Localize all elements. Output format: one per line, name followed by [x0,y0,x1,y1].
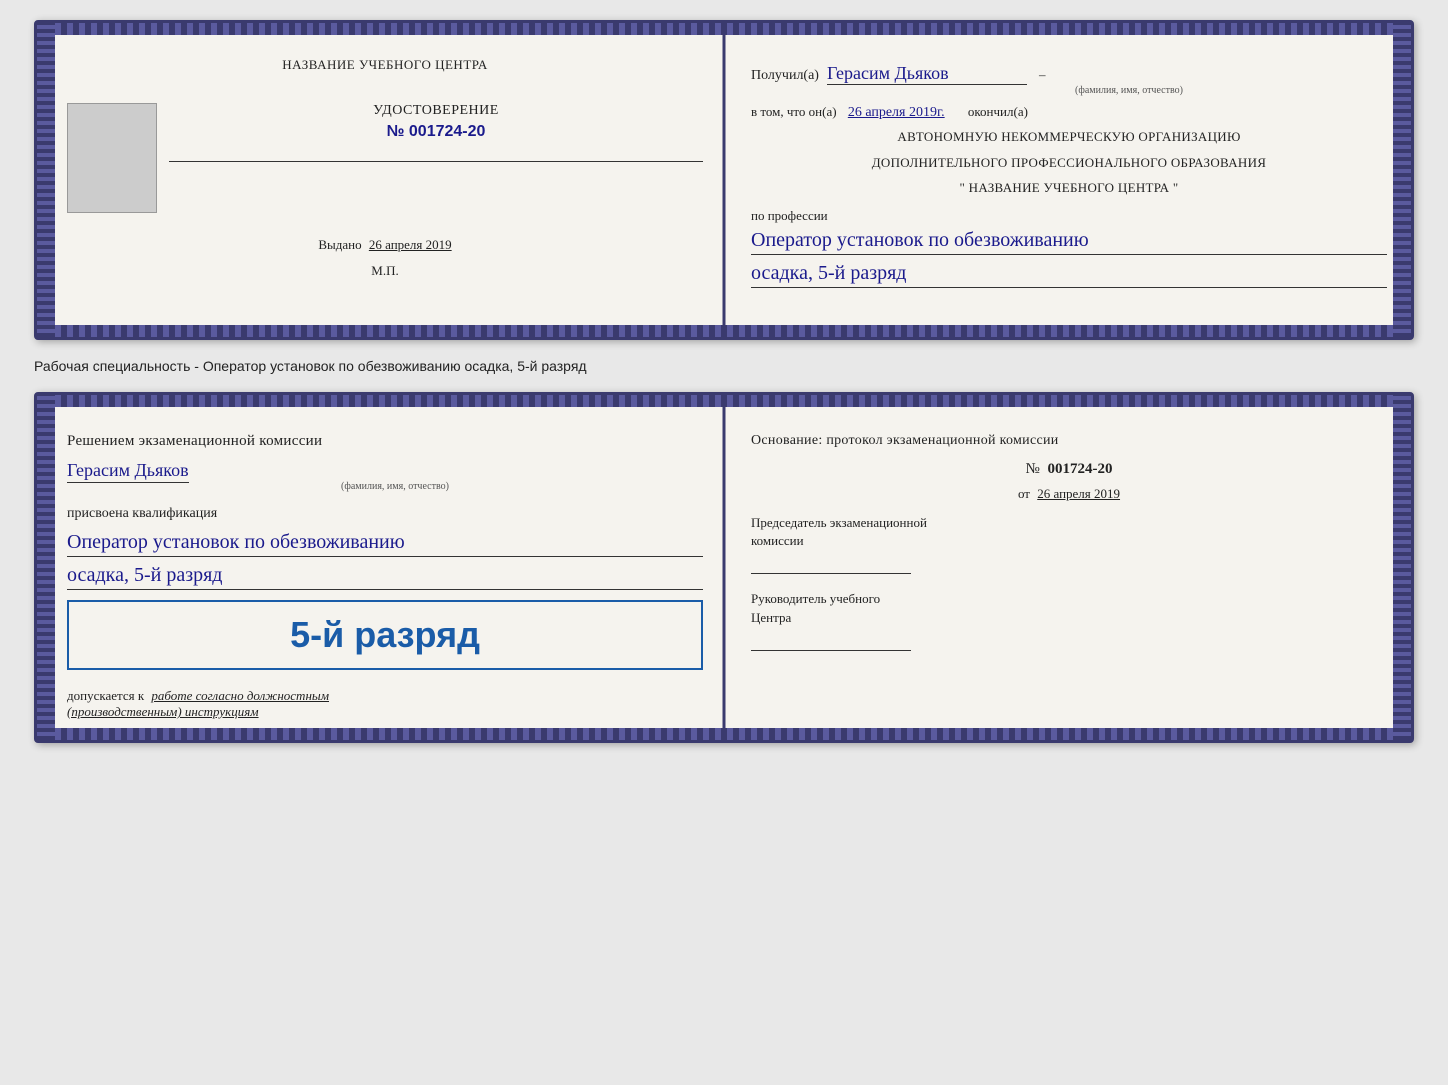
protocol-number-value: 001724-20 [1048,461,1113,477]
admitted-section: допускается к работе согласно должностны… [67,688,703,704]
recipient-subtitle: (фамилия, имя, отчество) [871,85,1387,96]
chairman-signature [751,554,911,574]
org-line3: " НАЗВАНИЕ УЧЕБНОГО ЦЕНТРА " [751,178,1387,198]
doc1-left: НАЗВАНИЕ УЧЕБНОГО ЦЕНТРА УДОСТОВЕРЕНИЕ №… [37,23,727,337]
director-label2: Центра [751,610,791,625]
resolution-title: Решением экзаменационной комиссии [67,433,703,450]
separator-text: Рабочая специальность - Оператор установ… [34,352,1414,380]
doc1-right: Получил(а) Герасим Дьяков – (фамилия, им… [727,23,1411,337]
issued-label: Выдано [318,237,361,252]
cert-number-value: 001724-20 [409,123,486,140]
director-signature [751,631,911,651]
received-prefix: Получил(а) [751,68,819,83]
cert-number-section: УДОСТОВЕРЕНИЕ № 001724-20 [169,103,703,141]
profession-label: по профессии [751,208,1387,224]
certificate-doc-2: Решением экзаменационной комиссии Гераси… [34,392,1414,743]
cert-label: УДОСТОВЕРЕНИЕ [169,103,703,119]
qual-line2: осадка, 5-й разряд [67,561,703,590]
date-prefix: от [1018,486,1030,501]
chairman-label-text: Председатель экзаменационной [751,515,927,530]
admitted-label: допускается к [67,688,144,703]
issued-date: 26 апреля 2019 [369,237,452,252]
qual-number-big: 5-й разряд [85,614,685,656]
received-section: Получил(а) Герасим Дьяков – (фамилия, им… [751,63,1387,96]
mp-label: М.П. [371,263,398,279]
admitted-text: работе согласно должностным [151,688,329,703]
recipient-name: Герасим Дьяков [827,63,1027,85]
profession-line1: Оператор установок по обезвоживанию [751,226,1387,255]
name-section: Герасим Дьяков (фамилия, имя, отчество) [67,460,703,492]
in-that-prefix: в том, что он(а) [751,104,837,119]
photo-placeholder [67,103,157,213]
completed-label: окончил(а) [968,104,1028,119]
chairman-label2: комиссии [751,533,804,548]
page-wrapper: НАЗВАНИЕ УЧЕБНОГО ЦЕНТРА УДОСТОВЕРЕНИЕ №… [34,20,1414,743]
person-name: Герасим Дьяков [67,460,189,483]
assigned-label: присвоена квалификация [67,506,703,522]
completion-date: 26 апреля 2019г. [848,105,945,120]
in-that-line: в том, что он(а) 26 апреля 2019г. окончи… [751,104,1387,121]
cert-number-prefix: № [387,123,405,140]
protocol-prefix: № [1025,461,1039,477]
admitted-text2: (производственным) инструкциям [67,704,703,720]
org-line1: АВТОНОМНУЮ НЕКОММЕРЧЕСКУЮ ОРГАНИЗАЦИЮ [751,127,1387,147]
right-deco-2: –––иа←–––– [1396,409,1407,726]
qualification-box: 5-й разряд [67,600,703,670]
profession-line2: осадка, 5-й разряд [751,259,1387,288]
issued-line: Выдано 26 апреля 2019 [318,237,451,253]
director-label-text: Руководитель учебного [751,591,880,606]
basis-title: Основание: протокол экзаменационной коми… [751,433,1387,449]
date-line: от 26 апреля 2019 [751,486,1387,502]
doc2-left: Решением экзаменационной комиссии Гераси… [37,395,727,740]
director-label: Руководитель учебного Центра [751,590,1387,626]
qual-line1: Оператор установок по обезвоживанию [67,528,703,557]
doc2-right: Основание: протокол экзаменационной коми… [727,395,1411,740]
chairman-label: Председатель экзаменационной комиссии [751,514,1387,550]
certificate-doc-1: НАЗВАНИЕ УЧЕБНОГО ЦЕНТРА УДОСТОВЕРЕНИЕ №… [34,20,1414,340]
protocol-number: № 001724-20 [751,461,1387,478]
right-deco: –––иа←–––– [1396,37,1407,323]
doc1-center-title: НАЗВАНИЕ УЧЕБНОГО ЦЕНТРА [282,57,487,73]
org-line2: ДОПОЛНИТЕЛЬНОГО ПРОФЕССИОНАЛЬНОГО ОБРАЗО… [751,153,1387,173]
date-value: 26 апреля 2019 [1037,486,1120,501]
cert-number: № 001724-20 [169,123,703,141]
